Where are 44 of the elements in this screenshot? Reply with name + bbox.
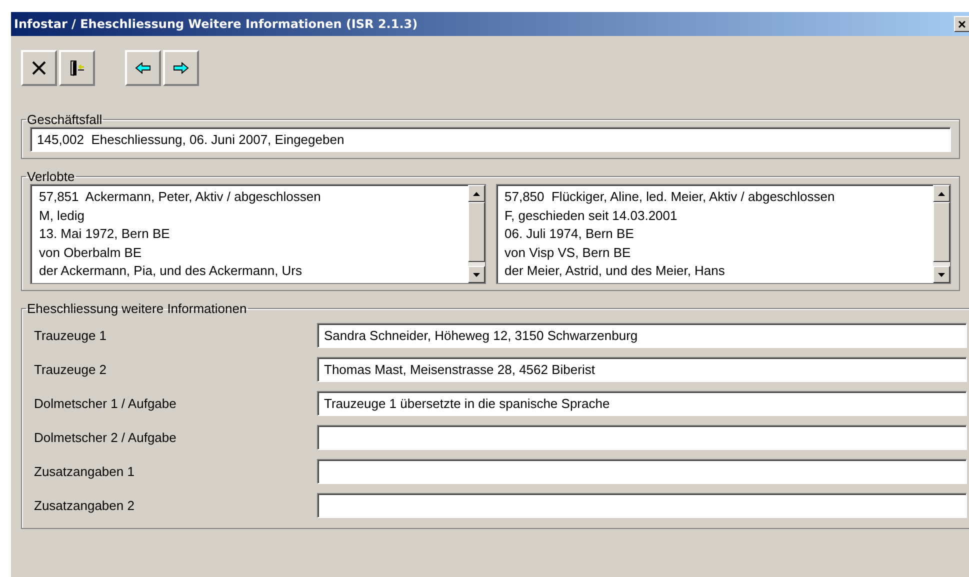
scrollbar[interactable] [933,185,950,283]
field-label: Zusatzangaben 1 [33,464,136,478]
scrollbar[interactable] [468,185,484,283]
list-line: 06. Juli 1974, Bern BE [504,225,635,243]
down-arrow-icon [472,272,480,276]
group-title: Eheschliessung weitere Informationen [26,301,248,316]
list-line: von Visp VS, Bern BE [504,244,632,262]
group-title: Geschäftsfall [26,112,104,127]
list-line: M, ledig [39,206,86,225]
field-label: Trauzeuge 1 [33,328,108,342]
field-label: Dolmetscher 2 / Aufgabe [33,430,178,444]
list-line: der Ackermann, Pia, und des Ackermann, Urs [39,262,304,280]
person-listbox[interactable]: 57,851 Ackermann, Peter, Aktiv / abgeschlossen M, ledig 13. Mai 1972, Bern BE von Oberbalm BE der Ackermann, Pia, und des Ackermann, Urs [30,184,486,284]
back-button[interactable] [125,50,161,86]
right-arrow-icon [173,62,189,74]
list-line: der Meier, Astrid, und des Meier, Hans [504,262,726,280]
door-icon [68,59,86,77]
input-field[interactable] [317,424,967,450]
up-arrow-icon [938,192,945,196]
window-title: Infostar / Eheschliessung Weitere Informationen (ISR 2.1.3) [14,17,418,31]
list-line: 57,851 Ackermann, Peter, Aktiv / abgeschlossen [39,188,322,206]
list-line: F, geschieden seit 14.03.2001 [504,206,678,225]
field-label: Dolmetscher 1 / Aufgabe [33,396,178,410]
input-field[interactable]: Trauzeuge 1 übersetzte in die spanische Sprache [317,390,967,416]
input-field[interactable]: Thomas Mast, Meisenstrasse 28, 4562 Biberist [317,356,967,382]
input-field[interactable]: Sandra Schneider, Höheweg 12, 3150 Schwarzenburg [317,322,967,348]
left-arrow-icon [135,62,151,74]
down-arrow-icon [938,272,945,276]
list-line: von Oberbalm BE [39,244,143,262]
up-arrow-icon [472,192,480,196]
input-field[interactable] [317,458,967,484]
field-label: Zusatzangaben 2 [33,498,136,512]
group-title: Verlobte [26,169,76,184]
exit-button[interactable] [59,50,95,86]
list-line: 57,850 Flückiger, Aline, led. Meier, Aktiv / abgeschlossen [504,188,836,206]
close-button[interactable]: × [954,16,969,32]
input-field[interactable] [317,492,967,518]
forward-button[interactable] [163,50,199,86]
case-field[interactable]: 145,002 Eheschliessung, 06. Juni 2007, Eingegeben [30,127,951,152]
list-line: 13. Mai 1972, Bern BE [39,225,171,243]
person-listbox[interactable]: 57,850 Flückiger, Aline, led. Meier, Aktiv / abgeschlossen F, geschieden seit 14.03.2001 06. Juli 1974, Bern BE von Visp VS, Bern BE der Meier, Astrid, und des Meier, Hans [496,184,951,284]
cancel-button[interactable] [21,50,57,86]
field-label: Trauzeuge 2 [33,362,108,376]
close-icon [32,61,46,75]
